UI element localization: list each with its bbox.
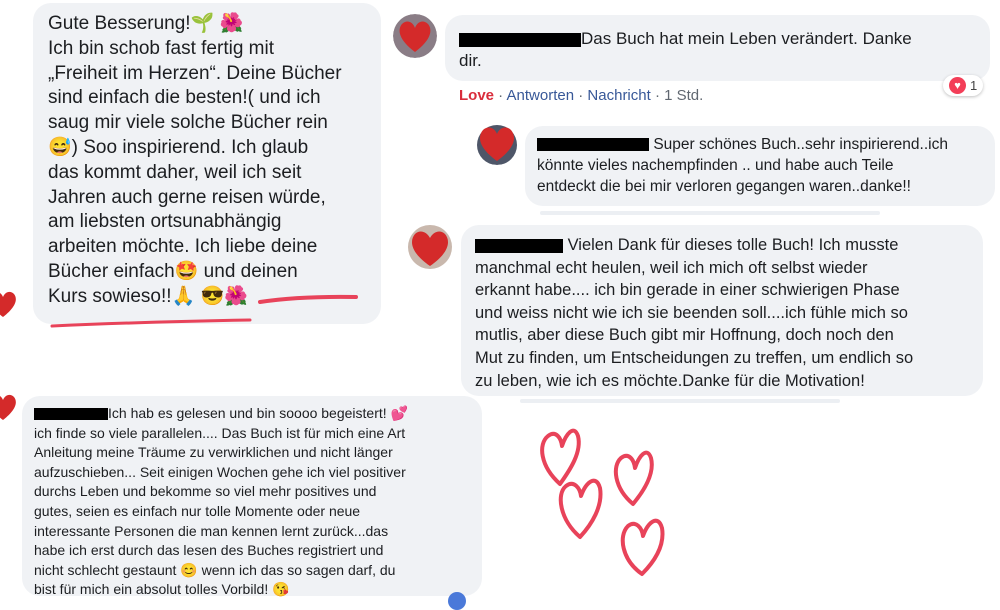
- doodle-heart-icon: [558, 478, 603, 539]
- doodle-heart-icon: [613, 450, 654, 506]
- doodle-hearts: [540, 428, 665, 576]
- doodle-heart-icon: [540, 428, 581, 486]
- doodle-heart-icon: [620, 518, 665, 576]
